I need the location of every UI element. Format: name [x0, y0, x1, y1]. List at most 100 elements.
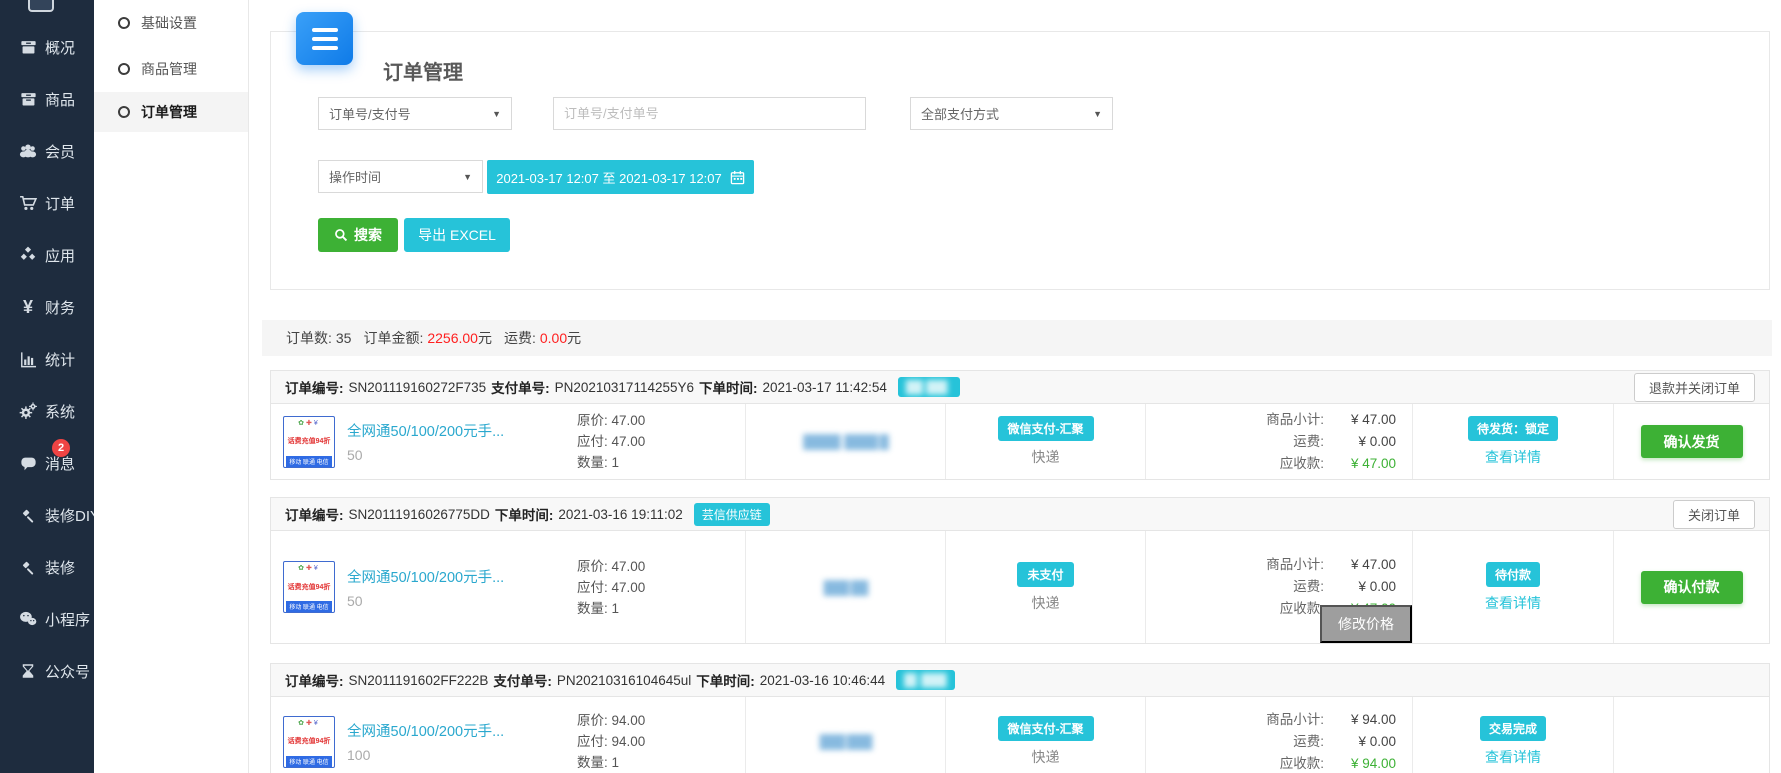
search-type-select[interactable]: 订单号/支付号 ▼ — [318, 97, 512, 130]
product-cell: ✿✚¥ 话费充值94折 移动 联通 电信 全网通50/100/200元手... … — [271, 697, 746, 773]
sidebar-item-finance[interactable]: ¥ 财务 — [0, 281, 94, 333]
submenu-item-product-management[interactable]: 商品管理 — [94, 46, 248, 92]
menu-toggle-button[interactable] — [296, 12, 353, 65]
product-cell: ✿✚¥ 话费充值94折 移动 联通 电信 全网通50/100/200元手... … — [271, 531, 746, 643]
subtotal-value: ¥ 94.00 — [1324, 709, 1396, 731]
export-button-label: 导出 EXCEL — [418, 225, 496, 245]
buyer-name-redacted: ███ ███ — [820, 734, 872, 749]
order-time-value: 2021-03-16 19:11:02 — [558, 507, 682, 522]
gavel-icon — [18, 505, 38, 525]
sidebar-item-members[interactable]: 会员 — [0, 125, 94, 177]
chevron-down-icon: ▼ — [1093, 109, 1102, 119]
view-detail-link[interactable]: 查看详情 — [1485, 747, 1541, 767]
order-count-value: 35 — [336, 330, 352, 346]
supplier-badge: ██ ██▌ — [898, 377, 960, 397]
confirm-ship-button[interactable]: 确认发货 — [1641, 425, 1743, 458]
chat-bubble-icon — [18, 453, 38, 473]
submenu-label: 订单管理 — [141, 102, 197, 122]
sidebar-item-overview[interactable]: 概况 — [0, 21, 94, 73]
sidebar-item-stats[interactable]: 统计 — [0, 333, 94, 385]
wechat-icon — [18, 609, 38, 629]
buyer-cell: ███ ██ — [746, 531, 946, 643]
sidebar-item-products[interactable]: 商品 — [0, 73, 94, 125]
order-status-badge: 交易完成 — [1480, 716, 1546, 741]
sidebar-item-apps[interactable]: 应用 — [0, 229, 94, 281]
status-cell: 交易完成 查看详情 — [1413, 697, 1614, 773]
order-card: 订单编号: SN2011191602FF222B 支付单号: PN2021031… — [270, 663, 1770, 773]
due-value: ¥ 94.00 — [1324, 753, 1396, 773]
time-type-select[interactable]: 操作时间 ▼ — [318, 160, 483, 193]
product-name-link[interactable]: 全网通50/100/200元手... — [347, 420, 565, 441]
modify-price-button[interactable]: 修改价格 — [1320, 605, 1412, 643]
action-cell: 确认发货 — [1614, 404, 1769, 479]
product-name-link[interactable]: 全网通50/100/200元手... — [347, 720, 565, 741]
export-excel-button[interactable]: 导出 EXCEL — [404, 218, 510, 252]
product-thumbnail[interactable]: ✿✚¥ 话费充值94折 移动 联通 电信 — [283, 561, 335, 613]
date-range-button[interactable]: 2021-03-17 12:07 至 2021-03-17 12:07 — [487, 160, 754, 194]
close-order-button[interactable]: 关闭订单 — [1673, 500, 1755, 529]
product-spec: 50 — [347, 447, 565, 463]
product-spec: 50 — [347, 593, 565, 609]
submenu-item-order-management[interactable]: 订单管理 — [94, 92, 248, 132]
order-header: 订单编号: SN201119160272F735 支付单号: PN2021031… — [270, 370, 1770, 404]
payment-method-badge: 微信支付-汇聚 — [998, 716, 1094, 741]
thumb-deco-icon: ✿✚¥ — [298, 566, 320, 572]
search-button-label: 搜索 — [354, 225, 382, 245]
order-status-badge: 待发货：锁定 — [1468, 416, 1558, 441]
view-detail-link[interactable]: 查看详情 — [1485, 447, 1541, 467]
buyer-cell: ████▌████ █ — [746, 404, 946, 479]
refund-close-order-button[interactable]: 退款并关闭订单 — [1634, 373, 1755, 402]
confirm-payment-button[interactable]: 确认付款 — [1641, 571, 1743, 604]
order-body: ✿✚¥ 话费充值94折 移动 联通 电信 全网通50/100/200元手... … — [270, 697, 1770, 773]
sidebar-item-orders[interactable]: 订单 — [0, 177, 94, 229]
product-name-link[interactable]: 全网通50/100/200元手... — [347, 566, 565, 587]
order-pn-label: 支付单号: — [491, 377, 550, 397]
due-value: ¥ 47.00 — [1324, 453, 1396, 475]
sidebar-label: 系统 — [45, 401, 75, 422]
gavel-icon — [18, 557, 38, 577]
logo-partial-icon — [28, 0, 54, 12]
subtotal-value: ¥ 47.00 — [1324, 409, 1396, 431]
supplier-badge: 芸信供应链 — [694, 503, 770, 526]
sidebar-label: 公众号 — [45, 661, 90, 682]
delivery-type: 快递 — [1032, 447, 1060, 467]
sidebar-label: 装修DIY — [45, 505, 100, 526]
submenu-item-basic-settings[interactable]: 基础设置 — [94, 0, 248, 46]
freight-value: ¥ 0.00 — [1324, 731, 1396, 753]
sidebar-item-decorate-diy[interactable]: 装修DIY — [0, 489, 94, 541]
order-time-value: 2021-03-17 11:42:54 — [763, 380, 887, 395]
search-button[interactable]: 搜索 — [318, 218, 398, 252]
freight-value: ¥ 0.00 — [1324, 431, 1396, 453]
secondary-menu: 基础设置 商品管理 订单管理 — [94, 0, 249, 773]
order-time-label: 下单时间: — [696, 670, 755, 690]
sidebar-item-miniprogram[interactable]: 小程序 — [0, 593, 94, 645]
subtotal-value: ¥ 47.00 — [1324, 554, 1396, 576]
sidebar-label: 会员 — [45, 141, 75, 162]
select-value: 全部支付方式 — [921, 104, 999, 123]
delivery-type: 快递 — [1032, 593, 1060, 613]
sidebar-item-messages[interactable]: 消息 2 — [0, 437, 94, 489]
pay-method-select[interactable]: 全部支付方式 ▼ — [910, 97, 1113, 130]
main-content: 订单管理 订单号/支付号 ▼ 全部支付方式 ▼ 操作时间 ▼ 2021-03-1… — [249, 0, 1781, 773]
sidebar-item-official-account[interactable]: 公众号 — [0, 645, 94, 697]
totals-cell: 商品小计:¥ 94.00 运费:¥ 0.00 应收款:¥ 94.00 — [1146, 697, 1413, 773]
product-thumbnail[interactable]: ✿✚¥ 话费充值94折 移动 联通 电信 — [283, 716, 335, 768]
radio-circle-icon — [118, 17, 130, 29]
order-sn-value: SN2011191602FF222B — [349, 673, 489, 688]
calendar-icon — [730, 170, 745, 185]
thumb-text: 移动 联通 电信 — [286, 756, 332, 767]
cart-icon — [18, 193, 38, 213]
chevron-down-icon: ▼ — [492, 109, 501, 119]
date-range-value: 2021-03-17 12:07 至 2021-03-17 12:07 — [496, 168, 722, 187]
totals-cell: 商品小计:¥ 47.00 运费:¥ 0.00 应收款:¥ 47.00 — [1146, 404, 1413, 479]
order-time-label: 下单时间: — [699, 377, 758, 397]
product-thumbnail[interactable]: ✿✚¥ 话费充值94折 移动 联通 电信 — [283, 416, 335, 468]
keyword-input[interactable] — [553, 97, 866, 130]
view-detail-link[interactable]: 查看详情 — [1485, 593, 1541, 613]
price-block: 原价: 47.00 应付: 47.00 数量: 1 — [577, 556, 645, 619]
sidebar-item-system[interactable]: 系统 — [0, 385, 94, 437]
sidebar-item-decorate[interactable]: 装修 — [0, 541, 94, 593]
thumb-text: 话费充值94折 — [288, 736, 331, 746]
supplier-name-redacted: ██ ██▌ — [906, 380, 952, 394]
order-sn-value: SN201119160272F735 — [349, 380, 487, 395]
